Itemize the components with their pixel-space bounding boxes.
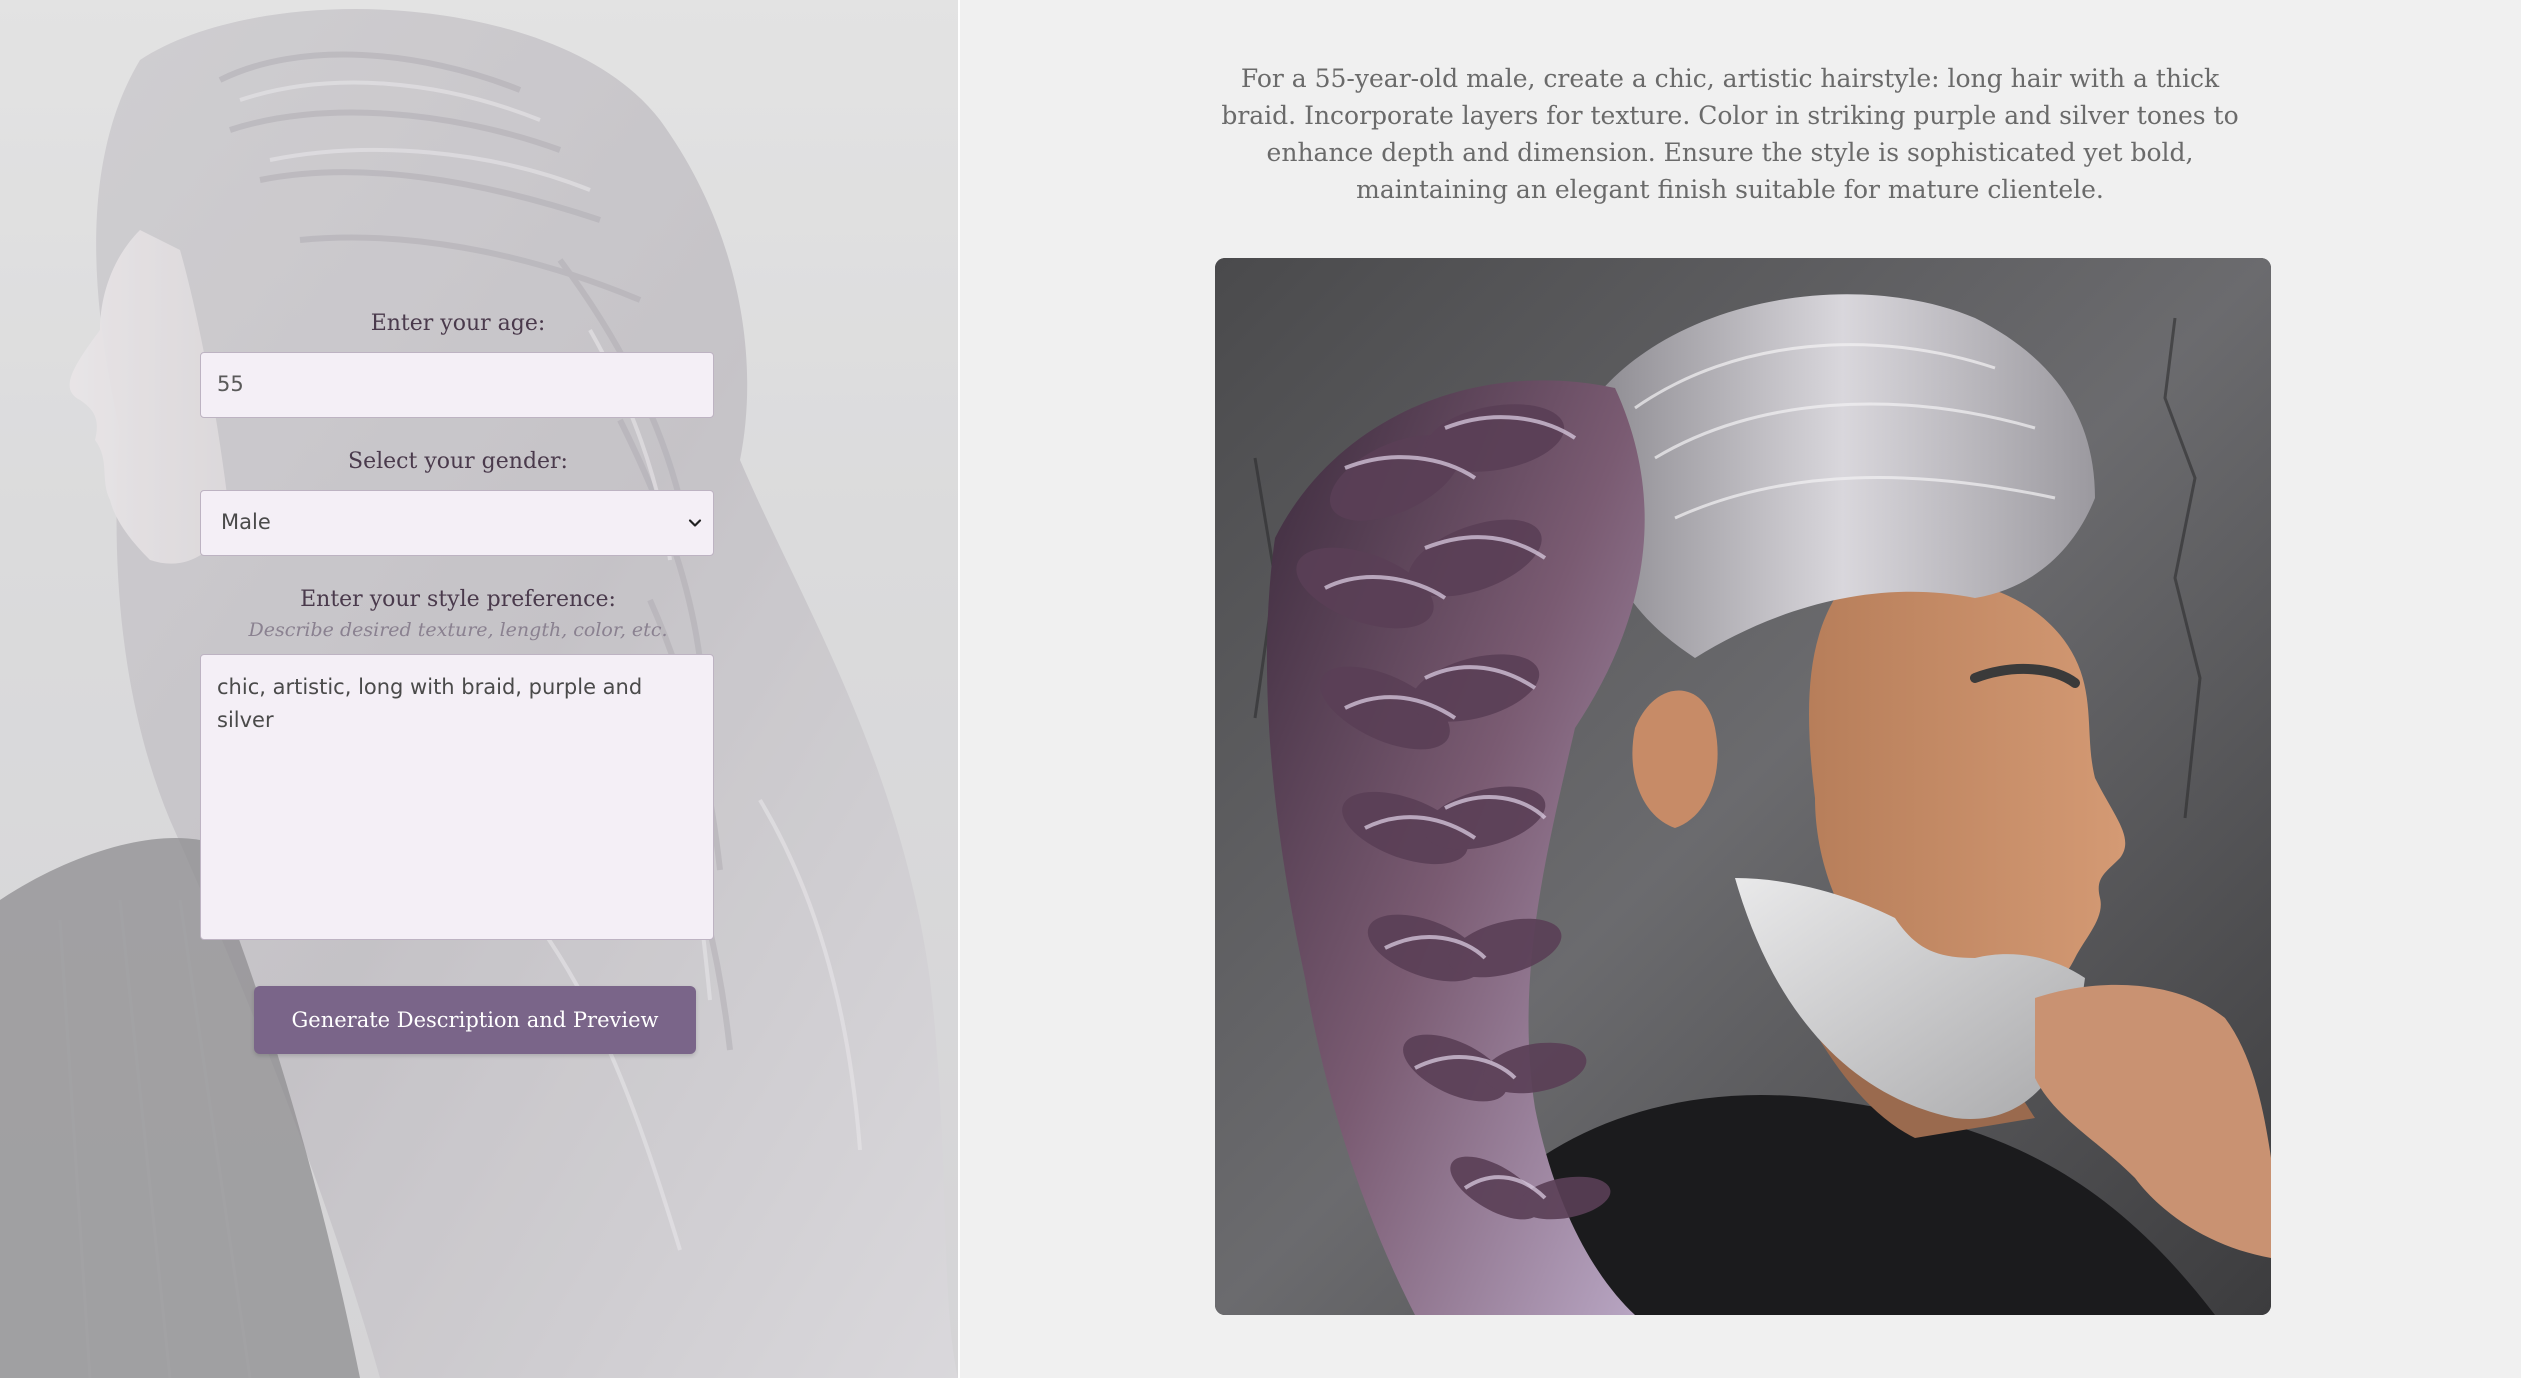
gender-select[interactable]: Male (200, 490, 714, 556)
style-form: Enter your age: 55 Select your gender: M… (200, 310, 716, 1054)
form-panel: Enter your age: 55 Select your gender: M… (0, 0, 958, 1378)
gender-select-value: Male (221, 510, 271, 534)
age-input-value: 55 (217, 372, 244, 396)
generated-description: For a 55-year-old male, create a chic, a… (1221, 64, 2239, 204)
style-preference-hint: Describe desired texture, length, color,… (248, 619, 668, 641)
style-preference-label: Enter your style preference: (300, 587, 616, 612)
age-label: Enter your age: (370, 311, 546, 336)
generate-button[interactable]: Generate Description and Preview (254, 986, 696, 1054)
gender-label: Select your gender: (348, 449, 568, 474)
chevron-down-icon (688, 519, 702, 527)
age-input[interactable]: 55 (200, 352, 714, 418)
style-preference-textarea[interactable]: chic, artistic, long with braid, purple … (200, 654, 714, 940)
style-preference-value: chic, artistic, long with braid, purple … (217, 675, 643, 732)
result-panel: For a 55-year-old male, create a chic, a… (960, 0, 2521, 1378)
preview-illustration (1215, 258, 2271, 1315)
page: Enter your age: 55 Select your gender: M… (0, 0, 2521, 1378)
generated-preview-image (1215, 258, 2271, 1315)
